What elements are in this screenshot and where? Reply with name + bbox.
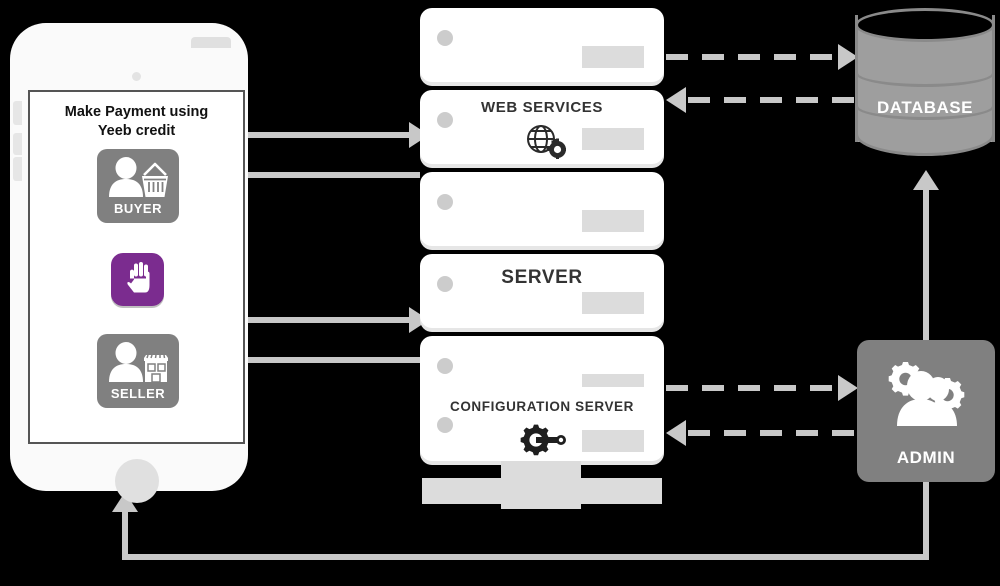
connector-server-to-admin-arrow bbox=[838, 375, 858, 401]
connector-server-to-admin-line bbox=[666, 385, 844, 391]
slot-bar bbox=[582, 430, 644, 452]
person-basket-icon bbox=[106, 157, 170, 206]
status-led-icon bbox=[437, 358, 453, 374]
database-top-ellipse bbox=[855, 8, 995, 42]
seller-card[interactable]: SELLER bbox=[97, 334, 179, 408]
user-gears-icon bbox=[883, 358, 969, 435]
status-led-icon bbox=[437, 417, 453, 433]
connector-admin-to-phone-segment-vertical-right bbox=[923, 478, 929, 560]
slot-bar bbox=[582, 46, 644, 68]
phone-screen: Make Payment using Yeeb credit BUYER SEL… bbox=[28, 90, 245, 444]
status-led-icon bbox=[437, 30, 453, 46]
phone-power-button[interactable] bbox=[191, 37, 231, 48]
connector-admin-to-database-arrow bbox=[913, 170, 939, 190]
rack-slot-6-label: CONFIGURATION SERVER bbox=[449, 399, 634, 414]
slot-bar bbox=[582, 292, 644, 314]
globe-gear-icon bbox=[524, 123, 569, 164]
admin-card[interactable]: ADMIN bbox=[857, 340, 995, 482]
rack-slot-web-services[interactable]: WEB SERVICES bbox=[420, 90, 664, 164]
connector-admin-to-server-line bbox=[688, 430, 858, 436]
seller-label: SELLER bbox=[110, 386, 166, 401]
connector-admin-to-server-arrow bbox=[666, 420, 686, 446]
buyer-card[interactable]: BUYER bbox=[97, 149, 179, 223]
connector-database-to-server-arrow bbox=[666, 87, 686, 113]
connector-database-to-server-line bbox=[688, 97, 856, 103]
diagram-canvas: Make Payment using Yeeb credit BUYER SEL… bbox=[0, 0, 1000, 586]
yeeb-app-logo[interactable] bbox=[111, 253, 164, 306]
rack-slot-server[interactable]: SERVER bbox=[420, 254, 664, 328]
phone-home-button[interactable] bbox=[115, 459, 159, 503]
status-led-icon bbox=[437, 194, 453, 210]
phone-silent-switch[interactable] bbox=[13, 101, 22, 125]
rack-slot-configuration-server[interactable]: CONFIGURATION SERVER bbox=[420, 387, 664, 461]
hand-icon bbox=[123, 260, 153, 299]
rack-stand-base bbox=[422, 478, 662, 504]
buyer-label: BUYER bbox=[113, 201, 162, 216]
gear-wrench-icon bbox=[520, 423, 568, 462]
admin-label: ADMIN bbox=[896, 448, 956, 467]
phone-volume-up-button[interactable] bbox=[13, 133, 22, 155]
screen-title: Make Payment using Yeeb credit bbox=[64, 104, 209, 139]
connector-admin-to-phone-segment-horizontal bbox=[122, 554, 929, 560]
connector-server-to-database-line bbox=[666, 54, 841, 60]
database-bottom bbox=[855, 120, 995, 156]
connector-admin-to-database-line bbox=[923, 190, 929, 342]
database-cylinder[interactable]: DATABASE bbox=[855, 8, 995, 156]
server-rack: WEB SERVICES SERVER CONFIGURATION SERVER bbox=[420, 8, 664, 461]
slot-bar bbox=[582, 210, 644, 232]
person-shop-icon bbox=[106, 342, 170, 391]
slot-bar bbox=[582, 128, 644, 150]
connector-admin-to-phone-segment-vertical-left bbox=[122, 512, 128, 558]
phone-camera-icon bbox=[132, 72, 141, 81]
phone-volume-down-button[interactable] bbox=[13, 157, 22, 181]
mobile-phone-device: Make Payment using Yeeb credit BUYER SEL… bbox=[10, 23, 248, 503]
rack-slot-2-label: WEB SERVICES bbox=[481, 99, 603, 116]
rack-slot-4-label: SERVER bbox=[501, 267, 583, 288]
rack-slot-3[interactable] bbox=[420, 172, 664, 246]
rack-slot-1[interactable] bbox=[420, 8, 664, 82]
database-label: DATABASE bbox=[877, 98, 973, 117]
